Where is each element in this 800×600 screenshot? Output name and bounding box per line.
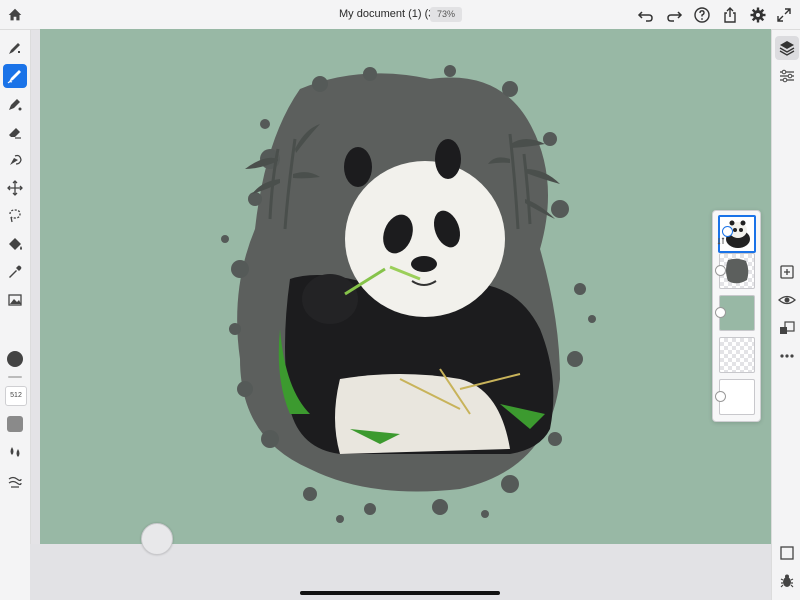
move-icon — [7, 180, 23, 196]
smudge-icon — [10, 154, 22, 165]
bug-icon[interactable] — [777, 571, 797, 591]
layer-background-badge[interactable] — [715, 391, 726, 402]
pixel-brush-tool[interactable] — [3, 36, 27, 60]
live-brush-icon — [7, 70, 21, 84]
slider-divider — [8, 376, 22, 378]
help-icon[interactable] — [692, 5, 712, 25]
drawing-canvas[interactable] — [40, 29, 771, 544]
water-drops-icon[interactable] — [7, 444, 23, 460]
pixel-brush-icon — [9, 43, 20, 54]
lasso-icon — [9, 209, 21, 223]
brush-settings-icon[interactable] — [7, 474, 23, 490]
eyedropper-icon — [9, 265, 22, 278]
eyedropper-tool[interactable] — [3, 260, 27, 284]
paint-bucket-icon — [9, 238, 22, 250]
redo-icon[interactable] — [664, 5, 684, 25]
eraser-icon — [9, 128, 21, 139]
layer-clip-icon[interactable] — [717, 237, 725, 245]
right-toolbar — [771, 30, 800, 600]
layer-mask-badge[interactable] — [715, 265, 726, 276]
layers-panel — [712, 210, 761, 422]
smudge-tool[interactable] — [3, 148, 27, 172]
selection-tool[interactable] — [3, 204, 27, 228]
brush-color-swatch[interactable] — [7, 416, 23, 432]
transform-tool[interactable] — [3, 176, 27, 200]
image-tool[interactable] — [3, 288, 27, 312]
live-brush-tool[interactable] — [3, 64, 27, 88]
visibility-icon[interactable] — [777, 290, 797, 310]
vector-brush-icon — [9, 99, 22, 111]
layer-link-icon[interactable] — [722, 226, 733, 237]
share-icon[interactable] — [720, 5, 740, 25]
document-title[interactable]: My document (1) (31) — [339, 8, 444, 20]
home-icon[interactable] — [6, 6, 24, 24]
touch-modifier-button[interactable] — [141, 523, 173, 555]
layer-properties-icon[interactable] — [777, 66, 797, 86]
layers-icon — [779, 41, 795, 56]
layer-thumbnail-empty[interactable] — [719, 337, 755, 373]
left-toolbar: 512 — [0, 30, 31, 600]
mask-icon[interactable] — [777, 318, 797, 338]
vector-brush-tool[interactable] — [3, 92, 27, 116]
layer-lock-badge[interactable] — [715, 307, 726, 318]
more-icon[interactable] — [777, 346, 797, 366]
layers-button[interactable] — [775, 36, 799, 60]
brush-size-value[interactable]: 512 — [5, 386, 27, 406]
image-icon — [8, 294, 22, 306]
top-bar: My document (1) (31) 73% — [0, 0, 800, 30]
eraser-tool[interactable] — [3, 120, 27, 144]
frame-icon[interactable] — [777, 543, 797, 563]
primary-color-swatch[interactable] — [7, 351, 23, 367]
settings-icon[interactable] — [748, 5, 768, 25]
fill-tool[interactable] — [3, 232, 27, 256]
fullscreen-icon[interactable] — [774, 5, 794, 25]
undo-icon[interactable] — [636, 5, 656, 25]
add-layer-icon[interactable] — [777, 262, 797, 282]
home-indicator — [300, 591, 500, 595]
zoom-level[interactable]: 73% — [430, 7, 462, 22]
